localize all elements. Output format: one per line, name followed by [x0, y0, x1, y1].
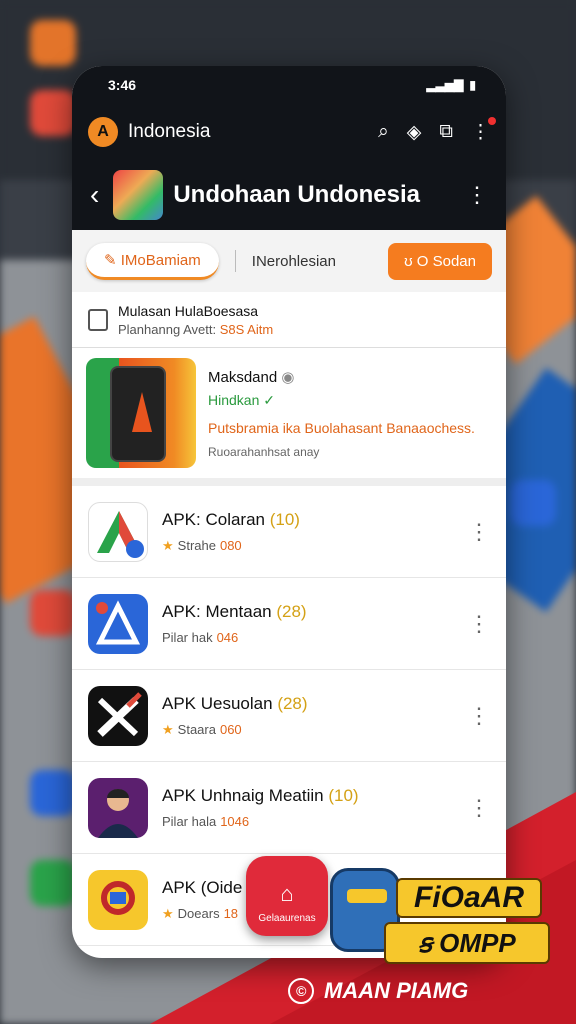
app-value: 060 [219, 721, 242, 737]
promo-badge-bottom: ꞩ OMPP [384, 922, 550, 964]
status-time: 3:46 [108, 77, 137, 93]
colaran-app-icon [88, 501, 148, 562]
star-icon: ★ [162, 721, 174, 737]
star-icon: ★ [162, 537, 174, 553]
tab-divider [234, 250, 236, 272]
app-count: (10) [328, 786, 359, 805]
star-icon: ★ [162, 905, 174, 921]
list-item[interactable]: APK: Mentaan (28) Pilar hak 046 ⋮ [72, 578, 506, 670]
more-menu-icon[interactable]: ⋮ [471, 116, 496, 144]
battery-icon: ▮ [469, 78, 476, 92]
app-header: A Indonesia ⌕ ◈ ⧉ ⋮ [72, 104, 506, 160]
app-value: 1046 [220, 814, 250, 829]
app-sub: Strahe [177, 537, 216, 553]
app-count: (10) [269, 509, 300, 529]
mentaan-app-icon [88, 593, 148, 654]
featured-subtitle: Hindkan [208, 391, 260, 408]
app-logo[interactable]: A [88, 117, 118, 147]
row-menu-icon[interactable]: ⋮ [468, 703, 490, 729]
back-arrow-icon[interactable]: ‹ [90, 179, 99, 211]
action-button[interactable]: ʊ O Sodan [388, 242, 492, 280]
app-count: (28) [277, 693, 308, 713]
row-menu-icon[interactable]: ⋮ [468, 519, 490, 545]
notice-label: Planhanng Avett: [118, 321, 217, 337]
home-icon: ⌂ [280, 881, 294, 906]
edit-icon: ✎ [104, 251, 121, 269]
list-item[interactable]: APK Uesuolan (28) ★ Staara 060 ⋮ [72, 670, 506, 762]
tab-active[interactable]: ✎ IMoBamiam [86, 242, 219, 280]
featured-phone-image [86, 358, 196, 468]
page-title: Undohaan Undonesia [173, 181, 421, 208]
collection-thumbnail [113, 170, 164, 220]
app-sub: Pilar hala [162, 814, 217, 829]
featured-description: Putsbramia ika Buolahasant Banaaochess. [208, 419, 475, 436]
app-title: APK Unhnaig Meatiin [162, 786, 324, 805]
app-sub: Pilar hak [162, 630, 213, 645]
featured-meta: Ruoarahanhsat anay [208, 444, 320, 459]
tab-second[interactable]: INerohlesian [252, 253, 372, 270]
tag-icon[interactable]: ◈ [407, 121, 422, 144]
share-icon[interactable]: ⧉ [439, 121, 453, 143]
status-bar: 3:46 ▂▃▅▇ ▮ [72, 66, 506, 104]
app-value: 080 [219, 537, 242, 553]
signal-icon: ▂▃▅▇ [426, 78, 464, 92]
check-icon: ✓ [263, 391, 275, 408]
app-title: APK: Mentaan [162, 602, 272, 621]
list-item[interactable]: APK Unhnaig Meatiin (10) Pilar hala 1046 … [72, 762, 506, 854]
row-menu-icon[interactable]: ⋮ [468, 795, 490, 821]
floating-home-button[interactable]: ⌂ Gelaaurenas [246, 856, 328, 936]
featured-card[interactable]: Maksdand ◉ Hindkan ✓ Putsbramia ika Buol… [72, 348, 506, 486]
app-title: APK (Oide [162, 877, 243, 897]
promo-bottom-label: © MAAN PIAMG [288, 978, 468, 1004]
tab-bar: ✎ IMoBamiam INerohlesian ʊ O Sodan [72, 230, 506, 292]
app-title: APK: Colaran [162, 509, 265, 529]
promo-badge-top: FiOaAR [396, 878, 542, 918]
app-title: APK Uesuolan [162, 693, 273, 713]
person-avatar-icon [88, 777, 148, 838]
app-sub: Doears [177, 905, 220, 921]
title-bar: ‹ Undohaan Undonesia ⋮ [72, 160, 506, 230]
notice-title: Mulasan HulaBoesasa [118, 302, 259, 319]
app-value: 18 [223, 905, 239, 921]
featured-title: Maksdand [208, 368, 278, 386]
notice-banner[interactable]: Mulasan HulaBoesasa Planhanng Avett: S8S… [72, 292, 506, 348]
app-value: 046 [216, 630, 239, 645]
floating-button-label: Gelaaurenas [258, 913, 316, 924]
package-icon [88, 308, 108, 331]
notice-value: S8S Aitm [219, 321, 274, 337]
app-name: Indonesia [128, 121, 211, 142]
row-menu-icon[interactable]: ⋮ [468, 611, 490, 637]
promo-bottom-text: MAAN PIAMG [324, 978, 469, 1003]
oide-app-icon [88, 869, 148, 930]
uesuolan-app-icon [88, 685, 148, 746]
phone-frame: 3:46 ▂▃▅▇ ▮ A Indonesia ⌕ ◈ ⧉ ⋮ ‹ Undoha… [72, 66, 506, 958]
title-more-icon[interactable]: ⋮ [466, 182, 488, 208]
circle-logo-icon: © [288, 978, 314, 1004]
app-count: (28) [276, 602, 307, 621]
tab-active-label: IMoBamiam [120, 251, 201, 269]
search-icon[interactable]: ⌕ [378, 121, 389, 143]
list-item[interactable]: APK: Colaran (10) ★ Strahe 080 ⋮ [72, 486, 506, 578]
verified-icon: ◉ [281, 368, 295, 386]
app-sub: Staara [177, 721, 216, 737]
